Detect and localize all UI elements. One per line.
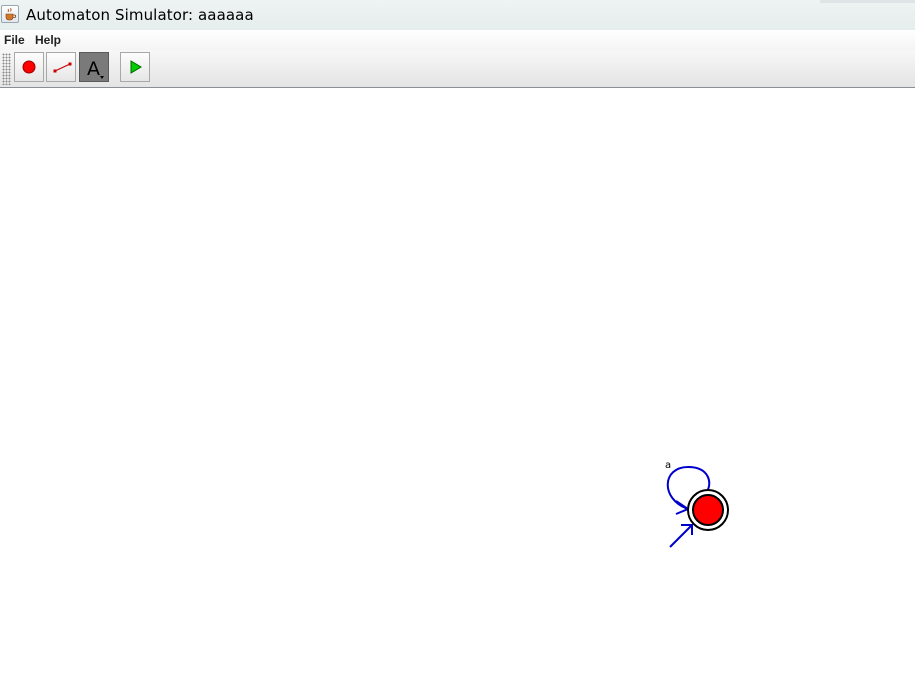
transition-label: a: [665, 460, 672, 471]
add-transition-button[interactable]: [46, 52, 76, 82]
window-frame-edge: [820, 0, 915, 3]
automaton-canvas[interactable]: a: [0, 89, 915, 670]
add-state-button[interactable]: [14, 52, 44, 82]
initial-state-arrow: [669, 524, 693, 548]
window-title: Automaton Simulator: aaaaaa: [26, 6, 254, 24]
toolbar-drag-handle[interactable]: [2, 53, 11, 85]
text-tool-button[interactable]: A: [79, 52, 109, 82]
menu-help[interactable]: Help: [35, 33, 61, 47]
java-cup-icon[interactable]: [1, 5, 19, 23]
toolbar: A: [0, 50, 915, 88]
state-node: [692, 494, 724, 526]
text-a-icon: A: [87, 58, 104, 80]
red-circle-icon: [22, 60, 36, 74]
self-loop-arrowhead: [675, 500, 691, 515]
run-simulation-button[interactable]: [120, 52, 150, 82]
menu-file[interactable]: File: [4, 33, 25, 47]
transition-line-icon: [53, 62, 72, 73]
menu-bar: File Help: [0, 30, 915, 50]
text-tool-label: A: [87, 58, 100, 80]
automaton-diagram: [666, 465, 729, 548]
play-icon: [130, 60, 142, 74]
window-titlebar: Automaton Simulator: aaaaaa: [0, 0, 915, 30]
